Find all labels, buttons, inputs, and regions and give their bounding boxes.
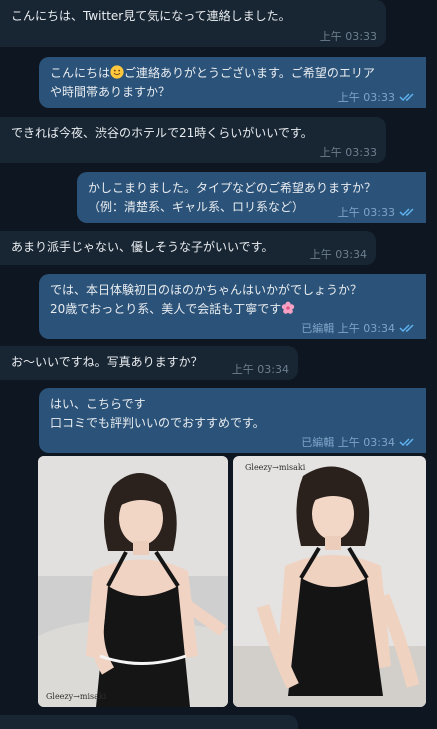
message-time: 上午 03:33 bbox=[337, 91, 395, 104]
message-line: 20歳でおっとり系、美人で会話も丁寧です bbox=[50, 300, 416, 319]
message-meta: 已編輯 上午 03:34 bbox=[301, 436, 417, 450]
message-time: 上午 03:34 bbox=[337, 322, 395, 335]
message-text: 20歳でおっとり系、美人で会話も丁寧です bbox=[50, 302, 282, 316]
message-outgoing[interactable]: かしこまりました。タイプなどのご希望ありますか？ （例：清楚系、ギャル系、ロリ系… bbox=[77, 172, 426, 223]
message-incoming-partial[interactable] bbox=[0, 715, 298, 729]
message-incoming[interactable]: あまり派手じゃない、優しそうな子がいいです。 上午 03:34 bbox=[0, 231, 376, 265]
message-time: 上午 03:33 bbox=[337, 206, 395, 219]
message-text: ご連絡ありがとうございます。ご希望のエリア bbox=[124, 66, 375, 80]
message-outgoing[interactable]: はい、こちらです 口コミでも評判いいのでおすすめです。 已編輯 上午 03:34 bbox=[39, 388, 426, 453]
message-text: できれば今夜、渋谷のホテルで21時くらいがいいです。 bbox=[11, 126, 313, 140]
message-meta: 已編輯 上午 03:34 bbox=[301, 322, 417, 336]
message-meta: 上午 03:33 bbox=[338, 91, 417, 105]
message-time: 上午 03:34 bbox=[309, 248, 367, 261]
double-check-icon bbox=[399, 438, 414, 447]
message-text: こんにちは、Twitter見て気になって連絡しました。 bbox=[11, 9, 291, 23]
message-time: 上午 03:33 bbox=[319, 30, 377, 43]
message-text: はい、こちらです bbox=[50, 397, 146, 411]
edited-label: 已編輯 bbox=[301, 322, 335, 335]
message-text: こんにちは bbox=[50, 66, 111, 80]
message-time: 上午 03:33 bbox=[319, 146, 377, 159]
watermark-text: Gleezy→misaki bbox=[245, 463, 306, 472]
message-incoming[interactable]: できれば今夜、渋谷のホテルで21時くらいがいいです。 上午 03:33 bbox=[0, 117, 386, 163]
message-outgoing[interactable]: こんにちは ご連絡ありがとうございます。ご希望のエリア や時間帯ありますか？ 上午… bbox=[39, 57, 426, 108]
photo-image bbox=[38, 456, 228, 707]
photo-attachment[interactable]: Gleezy→misaki bbox=[233, 456, 426, 707]
message-incoming[interactable]: お～いいですね。写真ありますか？ 上午 03:34 bbox=[0, 346, 298, 380]
watermark-text: Gleezy→misaki bbox=[46, 692, 107, 701]
photo-image bbox=[233, 456, 426, 707]
double-check-icon bbox=[399, 208, 414, 217]
double-check-icon bbox=[399, 93, 414, 102]
message-outgoing[interactable]: では、本日体験初日のほのかちゃんはいかがでしょうか？ 20歳でおっとり系、美人で… bbox=[39, 274, 426, 339]
message-meta: 上午 03:33 bbox=[338, 206, 417, 220]
message-text: では、本日体験初日のほのかちゃんはいかがでしょうか？ bbox=[50, 283, 363, 297]
smile-emoji-icon bbox=[110, 65, 124, 79]
double-check-icon bbox=[399, 324, 414, 333]
message-time: 上午 03:34 bbox=[337, 436, 395, 449]
message-line: こんにちは ご連絡ありがとうございます。ご希望のエリア bbox=[50, 64, 416, 83]
cherry-blossom-emoji-icon bbox=[282, 301, 295, 314]
edited-label: 已編輯 bbox=[301, 436, 335, 449]
message-time: 上午 03:34 bbox=[231, 363, 289, 376]
message-incoming[interactable]: こんにちは、Twitter見て気になって連絡しました。 上午 03:33 bbox=[0, 0, 386, 47]
chat-area: こんにちは、Twitter見て気になって連絡しました。 上午 03:33 こんに… bbox=[0, 0, 437, 729]
message-text: 口コミでも評判いいのでおすすめです。 bbox=[50, 416, 265, 430]
photo-attachment[interactable]: Gleezy→misaki bbox=[38, 456, 228, 707]
message-text: かしこまりました。タイプなどのご希望ありますか？ bbox=[88, 181, 377, 195]
